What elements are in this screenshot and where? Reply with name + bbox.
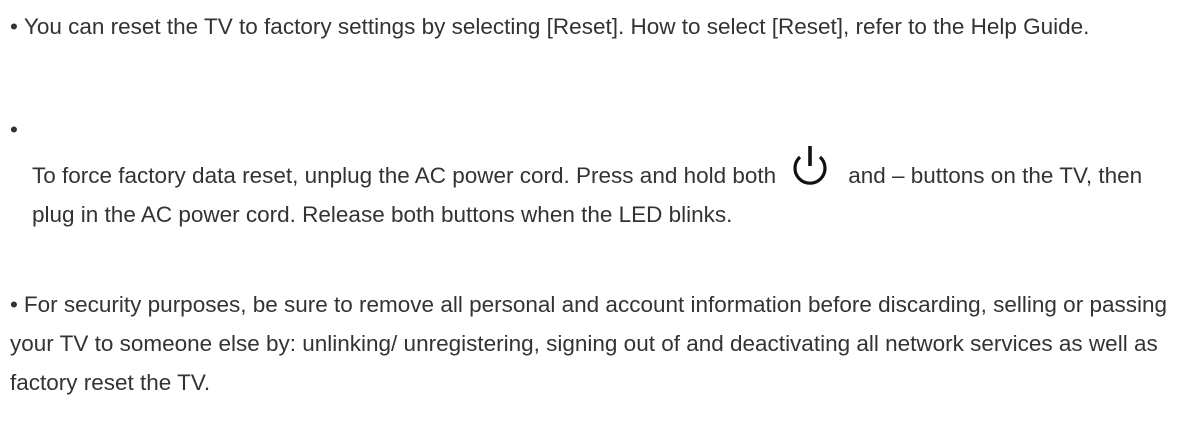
bullet-text: To force factory data reset, unplug the … <box>32 163 777 188</box>
bullet-item-force-reset: To force factory data reset, unplug the … <box>32 145 1172 234</box>
document-page: • You can reset the TV to factory setting… <box>0 0 1185 421</box>
bullet-marker: • <box>10 117 18 142</box>
bullet-marker: • <box>10 14 18 39</box>
bullet-marker: • <box>10 292 18 317</box>
bullet-item-reset: • You can reset the TV to factory setting… <box>10 7 1170 46</box>
power-icon <box>793 146 827 185</box>
bullet-text: You can reset the TV to factory settings… <box>23 14 1090 39</box>
bullet-item-security: • For security purposes, be sure to remov… <box>10 285 1170 402</box>
bullet-text: For security purposes, be sure to remove… <box>10 292 1167 395</box>
